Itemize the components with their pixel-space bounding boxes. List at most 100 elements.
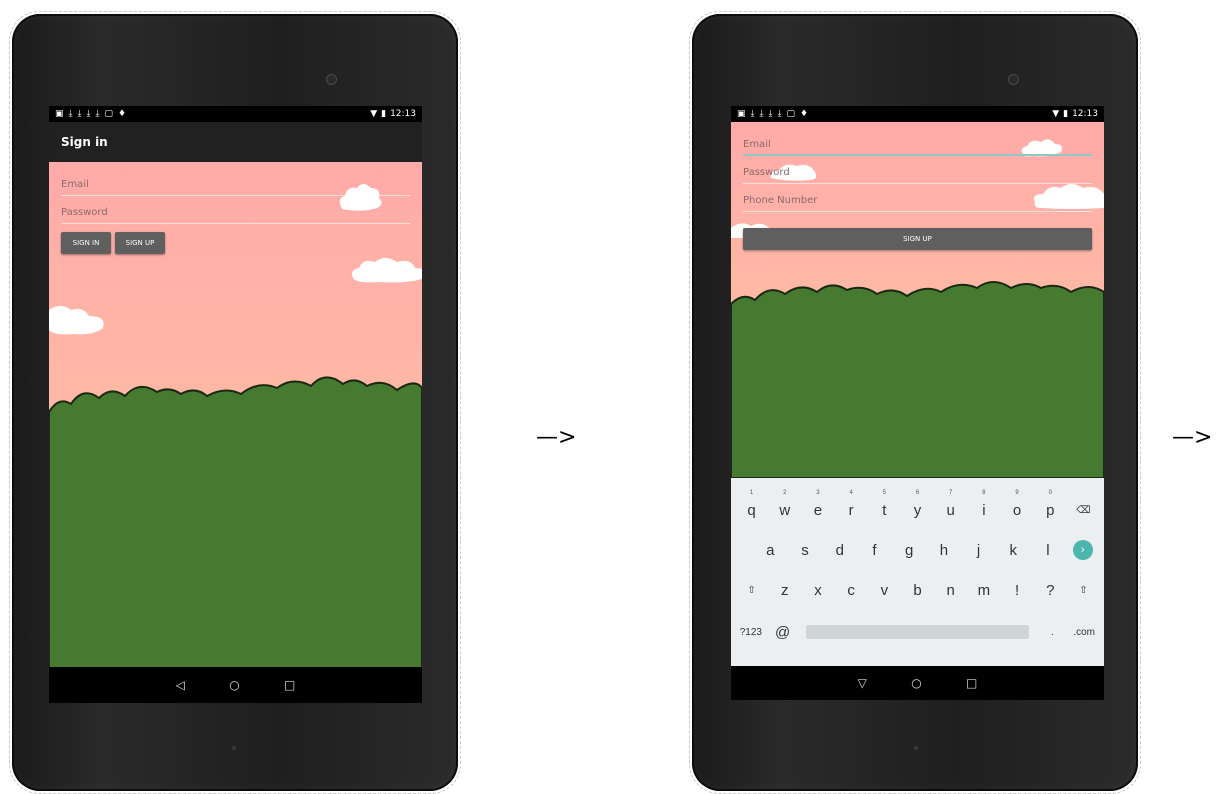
key-a[interactable]: a: [753, 542, 788, 559]
page-title: Sign in: [61, 135, 108, 149]
symbols-key[interactable]: ?123: [735, 627, 767, 638]
sdcard-icon: ▢: [786, 109, 795, 119]
key-label: o: [1012, 501, 1022, 519]
key-m[interactable]: m: [967, 582, 1000, 599]
key-w[interactable]: 2w: [768, 490, 801, 519]
key-y[interactable]: 6y: [901, 490, 934, 519]
camera-lens: [326, 74, 337, 85]
recents-icon[interactable]: □: [284, 678, 295, 692]
key-hint: 7: [949, 489, 953, 496]
download-icon: ⤓: [777, 109, 782, 119]
key-hint: 2: [783, 489, 787, 496]
dotcom-key[interactable]: .com: [1068, 627, 1100, 638]
battery-icon: ▮: [381, 109, 387, 119]
back-icon[interactable]: ◁: [176, 678, 185, 692]
hide-keyboard-icon[interactable]: ▽: [858, 676, 867, 690]
backspace-icon: ⌫: [1076, 504, 1091, 516]
key-o[interactable]: 9o: [1001, 490, 1034, 519]
shift-key-right[interactable]: ⇧: [1067, 585, 1100, 596]
key-label: w: [779, 501, 791, 519]
app-bar: Sign in: [49, 122, 422, 162]
email-field[interactable]: Email: [743, 132, 1092, 156]
at-key[interactable]: @: [767, 624, 799, 641]
home-icon[interactable]: ○: [229, 678, 239, 692]
key-h[interactable]: h: [927, 542, 962, 559]
nav-bar: ▽ ○ □: [731, 666, 1104, 700]
key-s[interactable]: s: [788, 542, 823, 559]
key-exclamation[interactable]: !: [1001, 582, 1034, 599]
email-placeholder: Email: [743, 139, 771, 150]
key-hint: 1: [749, 489, 754, 496]
key-question[interactable]: ?: [1034, 582, 1067, 599]
transition-arrow: —>: [1172, 425, 1213, 450]
debug-icon: ♦: [799, 109, 809, 119]
gallery-icon: ▣: [737, 109, 746, 119]
right-screen: ▣ ⤓ ⤓ ⤓ ⤓ ▢ ♦ ▼ ▮ 12:13 Email Password P…: [731, 106, 1104, 700]
cloud-image: [351, 258, 422, 283]
next-arrow-icon: ›: [1072, 540, 1093, 560]
keyboard-row-3: ⇧ z x c v b n m ! ? ⇧: [731, 576, 1104, 604]
recents-icon[interactable]: □: [966, 676, 977, 690]
key-i[interactable]: 8i: [967, 490, 1000, 519]
key-r[interactable]: 4r: [835, 490, 868, 519]
spacebar[interactable]: [806, 625, 1029, 639]
home-icon[interactable]: ○: [911, 676, 921, 690]
backspace-key[interactable]: ⌫: [1067, 505, 1100, 516]
sign-up-label: SIGN UP: [903, 235, 932, 243]
key-b[interactable]: b: [901, 582, 934, 599]
key-label: q: [747, 501, 756, 519]
camera-lens: [1008, 74, 1019, 85]
key-label: e: [813, 501, 823, 519]
key-hint: 6: [915, 489, 920, 496]
sdcard-icon: ▢: [104, 109, 113, 119]
password-field[interactable]: Password: [743, 160, 1092, 184]
phone-number-placeholder: Phone Number: [743, 195, 818, 206]
key-v[interactable]: v: [868, 582, 901, 599]
key-n[interactable]: n: [934, 582, 967, 599]
sky-background: Email Password SIGN IN SIGN UP: [49, 162, 422, 672]
sign-up-button[interactable]: SIGN UP: [115, 232, 165, 254]
key-t[interactable]: 5t: [868, 490, 901, 519]
left-tablet-frame: ▣ ⤓ ⤓ ⤓ ⤓ ▢ ♦ ▼ ▮ 12:13 Sign in Email Pa…: [9, 11, 461, 794]
key-j[interactable]: j: [961, 542, 996, 559]
download-icon: ⤓: [86, 109, 91, 119]
key-k[interactable]: k: [996, 542, 1031, 559]
key-u[interactable]: 7u: [934, 490, 967, 519]
key-e[interactable]: 3e: [801, 490, 834, 519]
email-field[interactable]: Email: [61, 172, 410, 196]
password-field[interactable]: Password: [61, 200, 410, 224]
key-g[interactable]: g: [892, 542, 927, 559]
microphone-dot: [914, 746, 918, 750]
key-f[interactable]: f: [857, 542, 892, 559]
key-l[interactable]: l: [1031, 542, 1066, 559]
download-icon: ⤓: [768, 109, 773, 119]
key-z[interactable]: z: [768, 582, 801, 599]
key-d[interactable]: d: [822, 542, 857, 559]
period-key[interactable]: .: [1037, 627, 1069, 638]
key-label: i: [982, 501, 986, 519]
sign-up-button[interactable]: SIGN UP: [743, 228, 1092, 250]
sky-background: Email Password Phone Number SIGN UP: [731, 122, 1104, 478]
battery-icon: ▮: [1063, 109, 1069, 119]
password-placeholder: Password: [61, 207, 108, 218]
key-hint: 8: [982, 489, 986, 496]
key-x[interactable]: x: [801, 582, 834, 599]
key-q[interactable]: 1q: [735, 490, 768, 519]
gallery-icon: ▣: [55, 109, 64, 119]
key-c[interactable]: c: [835, 582, 868, 599]
sign-in-button[interactable]: SIGN IN: [61, 232, 111, 254]
password-placeholder: Password: [743, 167, 790, 178]
download-icon: ⤓: [77, 109, 82, 119]
key-hint: 5: [882, 489, 887, 496]
status-bar: ▣ ⤓ ⤓ ⤓ ⤓ ▢ ♦ ▼ ▮ 12:13: [49, 106, 422, 122]
key-label: u: [946, 501, 955, 519]
key-p[interactable]: 0p: [1034, 490, 1067, 519]
shift-key[interactable]: ⇧: [735, 585, 768, 596]
shift-icon: ⇧: [1079, 584, 1088, 596]
nav-bar: ◁ ○ □: [49, 667, 422, 703]
status-time: 12:13: [390, 109, 416, 119]
next-key[interactable]: ›: [1065, 540, 1100, 560]
key-hint: 9: [1015, 489, 1019, 496]
phone-number-field[interactable]: Phone Number: [743, 188, 1092, 212]
key-hint: 3: [816, 489, 820, 496]
